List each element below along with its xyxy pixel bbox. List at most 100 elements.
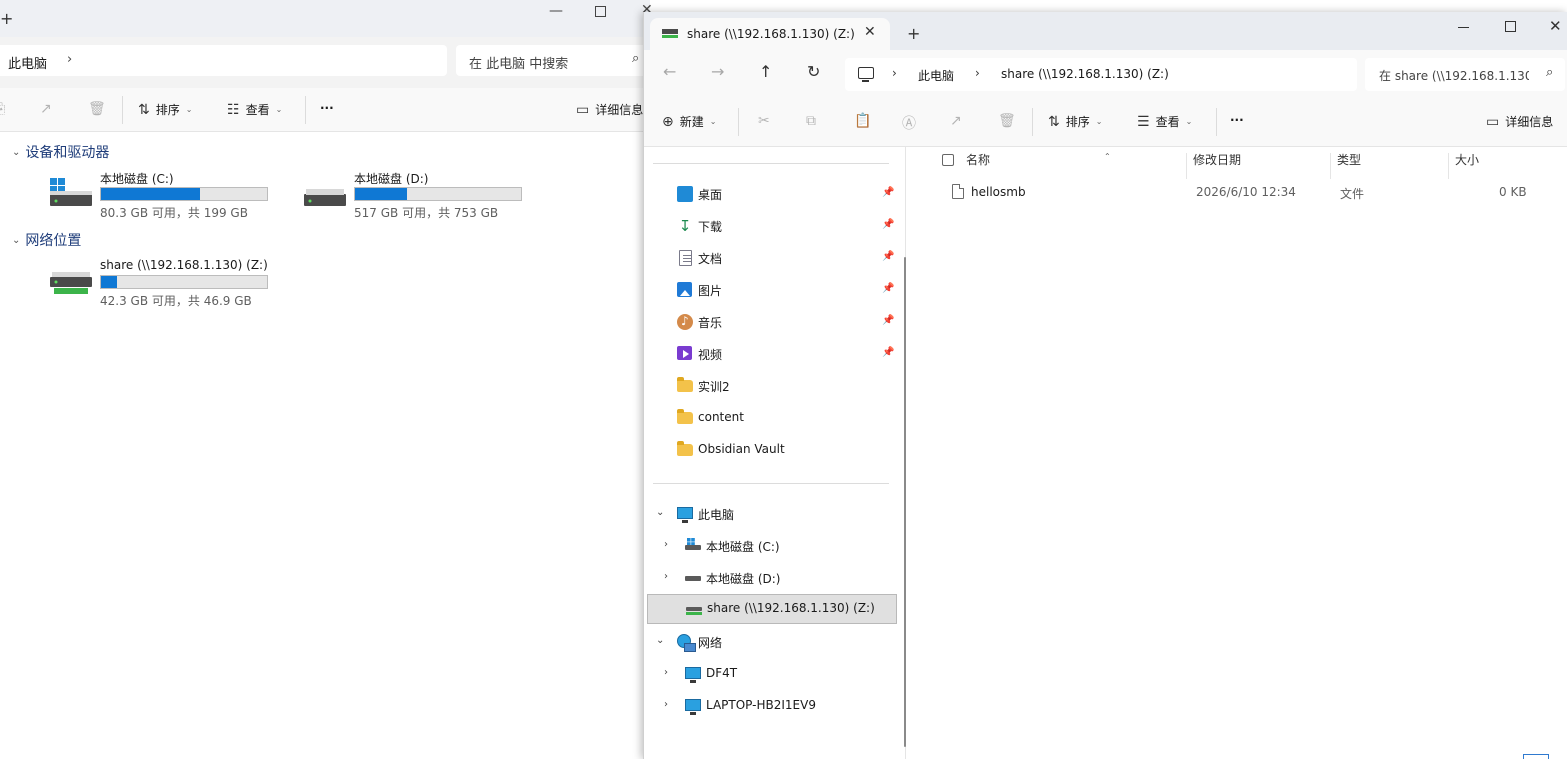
chevron-right-icon[interactable]: ›	[664, 667, 674, 678]
details-button[interactable]: ▭ 详细信息	[576, 101, 643, 118]
column-header-type[interactable]: 类型	[1330, 153, 1448, 179]
back-button[interactable]: ←	[663, 62, 676, 81]
pin-icon[interactable]: 📌	[882, 347, 894, 358]
drive-z-share[interactable]: share (\\192.168.1.130) (Z:) 42.3 GB 可用，…	[50, 258, 280, 308]
breadcrumb-this-pc[interactable]: 此电脑	[918, 67, 954, 84]
chevron-down-icon[interactable]: ⌄	[656, 507, 666, 518]
tree-item-this-pc[interactable]: ⌄ 此电脑	[644, 499, 896, 529]
sort-button[interactable]: ⇅ 排序 ⌄	[138, 101, 192, 118]
network-drive-icon	[50, 272, 92, 294]
sort-button[interactable]: ⇅ 排序 ⌄	[1048, 113, 1102, 130]
file-row[interactable]: hellosmb 2026/6/10 12:34 文件 0 KB	[914, 181, 1554, 205]
new-tab-button[interactable]: +	[0, 9, 13, 28]
nav-item-music[interactable]: 音乐 📌	[644, 307, 896, 337]
tree-item-df4t[interactable]: › DF4T	[644, 659, 896, 689]
rename-icon: ⎘	[0, 101, 5, 117]
nav-item-folder-content[interactable]: content	[644, 403, 896, 433]
chevron-right-icon[interactable]: ›	[664, 571, 674, 582]
details-button[interactable]: ▭ 详细信息	[1486, 113, 1553, 130]
chevron-right-icon[interactable]: ›	[664, 699, 674, 710]
tree-item-c-drive[interactable]: › 本地磁盘 (C:)	[644, 531, 896, 561]
address-bar[interactable]: › 此电脑 › share (\\192.168.1.130) (Z:)	[845, 58, 1357, 91]
nav-item-folder-shixun2[interactable]: 实训2	[644, 371, 896, 401]
tree-item-network[interactable]: ⌄ 网络	[644, 627, 896, 657]
search-box[interactable]: 在 share (\\192.168.1.130) (Z:) 中搜索 ⌕	[1365, 58, 1565, 91]
copy-button[interactable]: ⧉	[806, 113, 816, 129]
chevron-down-icon[interactable]: ⌄	[656, 635, 666, 646]
tree-item-d-drive[interactable]: › 本地磁盘 (D:)	[644, 563, 896, 593]
rename-button[interactable]: ⎘	[0, 101, 5, 117]
cut-button[interactable]: ✂	[758, 113, 770, 129]
forward-button[interactable]: →	[711, 62, 724, 81]
search-icon[interactable]: ⌕	[1546, 65, 1553, 80]
close-button[interactable]: ✕	[1549, 17, 1562, 35]
up-button[interactable]: ↑	[759, 62, 772, 81]
chevron-down-icon: ⌄	[1185, 117, 1193, 126]
tree-item-laptop[interactable]: › LAPTOP-HB2I1EV9	[644, 691, 896, 721]
new-button[interactable]: ⊕ 新建 ⌄	[662, 113, 716, 130]
column-header-size[interactable]: 大小	[1448, 153, 1528, 179]
maximize-button[interactable]	[1505, 21, 1516, 32]
rename-button[interactable]: Ⓐ	[902, 113, 916, 133]
file-size: 0 KB	[1499, 185, 1527, 199]
column-header-modified[interactable]: 修改日期	[1186, 153, 1330, 179]
share-button[interactable]: ↗	[40, 101, 52, 117]
hard-drive-icon	[304, 189, 346, 206]
minimize-button[interactable]: —	[549, 3, 563, 19]
sort-icon: ⇅	[138, 101, 150, 118]
drive-d[interactable]: 本地磁盘 (D:) 517 GB 可用，共 753 GB	[304, 170, 534, 220]
more-button[interactable]: ···	[320, 101, 334, 115]
tree-item-label: DF4T	[706, 666, 738, 680]
nav-item-desktop[interactable]: 桌面 📌	[644, 179, 896, 209]
delete-button[interactable]: 🗑	[88, 101, 106, 117]
chevron-right-icon[interactable]: ›	[664, 539, 674, 550]
nav-item-downloads[interactable]: ↧ 下载 📌	[644, 211, 896, 241]
search-input[interactable]: 在 此电脑 中搜索	[469, 53, 568, 72]
search-icon[interactable]: ⌕	[632, 51, 639, 66]
new-tab-button[interactable]: +	[907, 24, 920, 43]
pin-icon[interactable]: 📌	[882, 283, 894, 294]
close-tab-button[interactable]: ✕	[864, 24, 876, 40]
tree-item-share-z[interactable]: share (\\192.168.1.130) (Z:)	[647, 594, 897, 624]
nav-item-label: 图片	[698, 284, 723, 298]
search-box[interactable]: 在 此电脑 中搜索 ⌕	[456, 45, 656, 76]
address-bar[interactable]: 此电脑 ›	[0, 45, 447, 76]
select-all-checkbox[interactable]	[942, 154, 954, 166]
pin-icon[interactable]: 📌	[882, 251, 894, 262]
column-label: 类型	[1337, 153, 1362, 167]
drive-c[interactable]: 本地磁盘 (C:) 80.3 GB 可用，共 199 GB	[50, 170, 280, 220]
scrollbar[interactable]	[904, 257, 906, 747]
more-button[interactable]: ···	[1230, 113, 1244, 127]
group-devices-and-drives[interactable]: ⌄ 设备和驱动器	[12, 142, 109, 162]
breadcrumb-this-pc[interactable]: 此电脑	[8, 53, 47, 72]
minimize-button[interactable]	[1458, 27, 1469, 28]
tree-item-label: 本地磁盘 (C:)	[706, 540, 780, 554]
refresh-button[interactable]: ↻	[807, 62, 820, 81]
view-button[interactable]: ☰ 查看 ⌄	[1137, 113, 1192, 130]
navigation-pane: 桌面 📌 ↧ 下载 📌 文档 📌 图片 📌 音乐 📌 视频 📌	[644, 147, 906, 759]
nav-item-videos[interactable]: 视频 📌	[644, 339, 896, 369]
nav-item-folder-obsidian-vault[interactable]: Obsidian Vault	[644, 435, 896, 465]
chevron-right-icon[interactable]: ›	[975, 66, 980, 80]
column-header-name[interactable]: ⌃ 名称	[960, 152, 1186, 179]
view-icon: ☰	[1137, 113, 1150, 130]
pin-icon[interactable]: 📌	[882, 219, 894, 230]
delete-button[interactable]: 🗑	[998, 113, 1016, 129]
nav-item-documents[interactable]: 文档 📌	[644, 243, 896, 273]
breadcrumb-share[interactable]: share (\\192.168.1.130) (Z:)	[1001, 67, 1169, 81]
maximize-button[interactable]	[595, 6, 606, 17]
tab-share-z[interactable]: share (\\192.168.1.130) (Z:) ✕	[650, 18, 890, 50]
view-button[interactable]: ☷ 查看 ⌄	[227, 101, 282, 118]
file-type: 文件	[1340, 187, 1365, 201]
chevron-right-icon[interactable]: ›	[67, 52, 72, 67]
group-network-locations[interactable]: ⌄ 网络位置	[12, 230, 81, 250]
background-explorer-window: + — ✕ 此电脑 › 在 此电脑 中搜索 ⌕ ⎘ ↗ 🗑 ⇅ 排序 ⌄ ☷ 查…	[0, 0, 656, 759]
search-input[interactable]: 在 share (\\192.168.1.130) (Z:) 中搜索	[1379, 67, 1529, 84]
chevron-right-icon[interactable]: ›	[892, 66, 897, 80]
title-bar: share (\\192.168.1.130) (Z:) ✕ + ✕	[644, 12, 1567, 50]
pin-icon[interactable]: 📌	[882, 187, 894, 198]
pin-icon[interactable]: 📌	[882, 315, 894, 326]
share-button[interactable]: ↗	[950, 113, 962, 129]
paste-button[interactable]: 📋	[854, 113, 871, 129]
nav-item-pictures[interactable]: 图片 📌	[644, 275, 896, 305]
